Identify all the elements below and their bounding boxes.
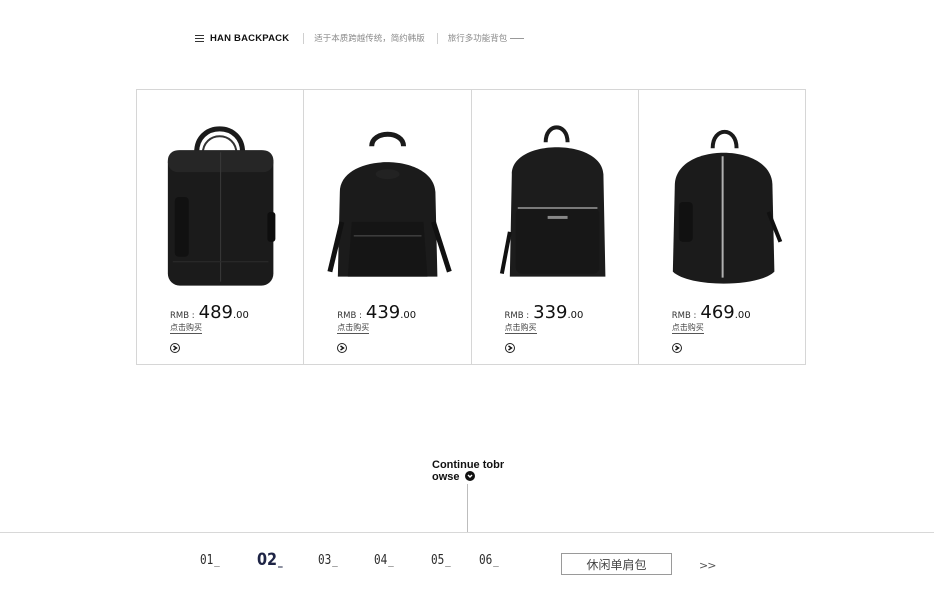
price-decimal: .00 [400, 310, 417, 321]
backpack-image[interactable] [137, 112, 303, 290]
continue-label-line1: Continue tobr [432, 459, 505, 471]
product-grid: RMB : 489 .00 点击购买 RMB : 439 .00 点击购买 RM… [136, 89, 806, 365]
category-button[interactable]: 休闲单肩包 [561, 553, 672, 575]
divider [467, 484, 468, 532]
arrow-right-icon[interactable] [170, 343, 180, 353]
menu-icon[interactable] [195, 34, 204, 42]
next-page-button[interactable]: >> [699, 559, 716, 572]
divider [436, 32, 438, 44]
currency-label: RMB : [170, 311, 195, 321]
page-link-02[interactable]: 02_ [257, 550, 283, 570]
page-link-05[interactable]: 05_ [431, 553, 451, 568]
brand-title: HAN BACKPACK [210, 32, 290, 44]
price-decimal: .00 [734, 310, 751, 321]
page-link-01[interactable]: 01_ [200, 553, 220, 568]
price: RMB : 439 .00 [337, 302, 416, 323]
divider [0, 532, 934, 533]
page-link-06[interactable]: 06_ [479, 553, 499, 568]
price: RMB : 469 .00 [672, 302, 751, 323]
backpack-image[interactable] [304, 112, 470, 290]
price-decimal: .00 [233, 310, 249, 321]
tagline-primary: 适于本质跨越传统，简约韩版 [314, 34, 425, 44]
page-link-03[interactable]: 03_ [318, 553, 338, 568]
price-integer: 489 [198, 302, 233, 323]
backpack-image[interactable] [639, 112, 805, 290]
currency-label: RMB : [337, 311, 362, 321]
page-header: HAN BACKPACK 适于本质跨越传统，简约韩版 旅行多功能背包 [195, 31, 525, 45]
price-integer: 439 [365, 302, 401, 323]
price-integer: 469 [700, 302, 735, 323]
price-decimal: .00 [567, 310, 584, 321]
currency-label: RMB : [504, 311, 530, 321]
divider [303, 32, 305, 44]
continue-browse-link[interactable]: Continue tobr owse [432, 459, 512, 483]
tagline-secondary: 旅行多功能背包 [448, 32, 525, 44]
product-card[interactable]: RMB : 469 .00 点击购买 [639, 90, 805, 364]
product-card[interactable]: RMB : 339 .00 点击购买 [472, 90, 639, 364]
chevron-down-icon[interactable] [464, 471, 475, 481]
price-integer: 339 [533, 302, 568, 323]
currency-label: RMB : [671, 311, 697, 321]
product-card[interactable]: RMB : 489 .00 点击购买 [137, 90, 305, 364]
backpack-image[interactable] [472, 112, 638, 290]
price: RMB : 489 .00 [170, 302, 249, 323]
buy-link[interactable]: 点击购买 [671, 323, 704, 334]
buy-link[interactable]: 点击购买 [337, 323, 370, 334]
arrow-right-icon[interactable] [504, 343, 515, 353]
page-link-04[interactable]: 04_ [374, 553, 394, 568]
price: RMB : 339 .00 [505, 302, 584, 323]
continue-label-line2: owse [432, 471, 460, 483]
buy-link[interactable]: 点击购买 [170, 323, 202, 334]
buy-link[interactable]: 点击购买 [504, 323, 537, 334]
arrow-right-icon[interactable] [671, 343, 682, 353]
product-card[interactable]: RMB : 439 .00 点击购买 [304, 90, 472, 364]
arrow-right-icon[interactable] [337, 343, 348, 353]
